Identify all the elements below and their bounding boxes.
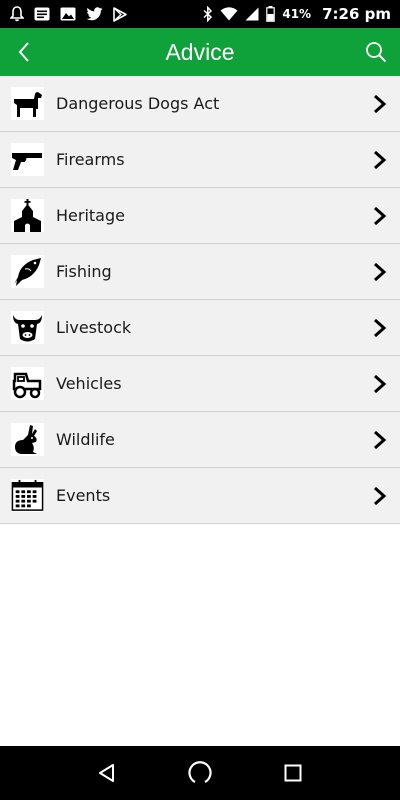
app-bar: Advice: [0, 28, 400, 76]
gun-icon: [11, 143, 44, 176]
list-item-wildlife[interactable]: Wildlife: [0, 412, 400, 468]
battery-icon: [266, 6, 276, 22]
chevron-right-icon: [374, 206, 387, 225]
nav-recents-icon: [284, 764, 302, 782]
chevron-right-icon: [374, 318, 387, 337]
nav-back-button[interactable]: [87, 753, 127, 793]
nav-home-button[interactable]: [180, 753, 220, 793]
list-item-dangerous-dogs-act[interactable]: Dangerous Dogs Act: [0, 76, 400, 132]
chevron-right-icon: [374, 430, 387, 449]
nav-home-icon: [188, 761, 212, 783]
message-icon: [34, 7, 50, 21]
nav-back-icon: [98, 764, 114, 782]
list-item-vehicles[interactable]: Vehicles: [0, 356, 400, 412]
image-icon: [60, 7, 76, 21]
search-button[interactable]: [358, 34, 394, 70]
advice-list: Dangerous Dogs Act Firearms Heritage Fis…: [0, 76, 400, 524]
list-item-label: Dangerous Dogs Act: [56, 94, 220, 113]
list-item-label: Firearms: [56, 150, 125, 169]
wifi-icon: [220, 7, 238, 21]
twitter-icon: [86, 7, 103, 21]
page-title: Advice: [165, 39, 235, 65]
cow-icon: [11, 311, 44, 344]
rabbit-icon: [11, 423, 44, 456]
list-item-events[interactable]: Events: [0, 468, 400, 524]
fish-icon: [11, 255, 44, 288]
bell-icon: [10, 6, 24, 22]
play-store-icon: [113, 6, 127, 22]
chevron-right-icon: [374, 94, 387, 113]
church-icon: [11, 199, 44, 232]
nav-recents-button[interactable]: [273, 753, 313, 793]
list-item-livestock[interactable]: Livestock: [0, 300, 400, 356]
tractor-icon: [11, 367, 44, 400]
list-item-firearms[interactable]: Firearms: [0, 132, 400, 188]
list-item-heritage[interactable]: Heritage: [0, 188, 400, 244]
system-indicators: 41% 7:26 pm: [203, 5, 400, 23]
chevron-right-icon: [374, 150, 387, 169]
system-navigation-bar: [0, 746, 400, 800]
list-item-fishing[interactable]: Fishing: [0, 244, 400, 300]
status-bar: 41% 7:26 pm: [0, 0, 400, 28]
list-item-label: Wildlife: [56, 430, 115, 449]
search-icon: [366, 42, 387, 63]
list-item-label: Events: [56, 486, 111, 505]
calendar-icon: [11, 479, 44, 512]
clock: 7:26 pm: [322, 5, 391, 23]
dog-icon: [11, 87, 44, 120]
notification-icons: [0, 6, 127, 22]
list-item-label: Fishing: [56, 262, 112, 281]
cellular-signal-icon: [245, 7, 259, 21]
bluetooth-icon: [203, 6, 213, 22]
list-item-label: Heritage: [56, 206, 125, 225]
chevron-right-icon: [374, 486, 387, 505]
chevron-right-icon: [374, 262, 387, 281]
battery-percent: 41%: [282, 7, 312, 21]
chevron-right-icon: [374, 374, 387, 393]
list-item-label: Livestock: [56, 318, 132, 337]
list-item-label: Vehicles: [56, 374, 122, 393]
